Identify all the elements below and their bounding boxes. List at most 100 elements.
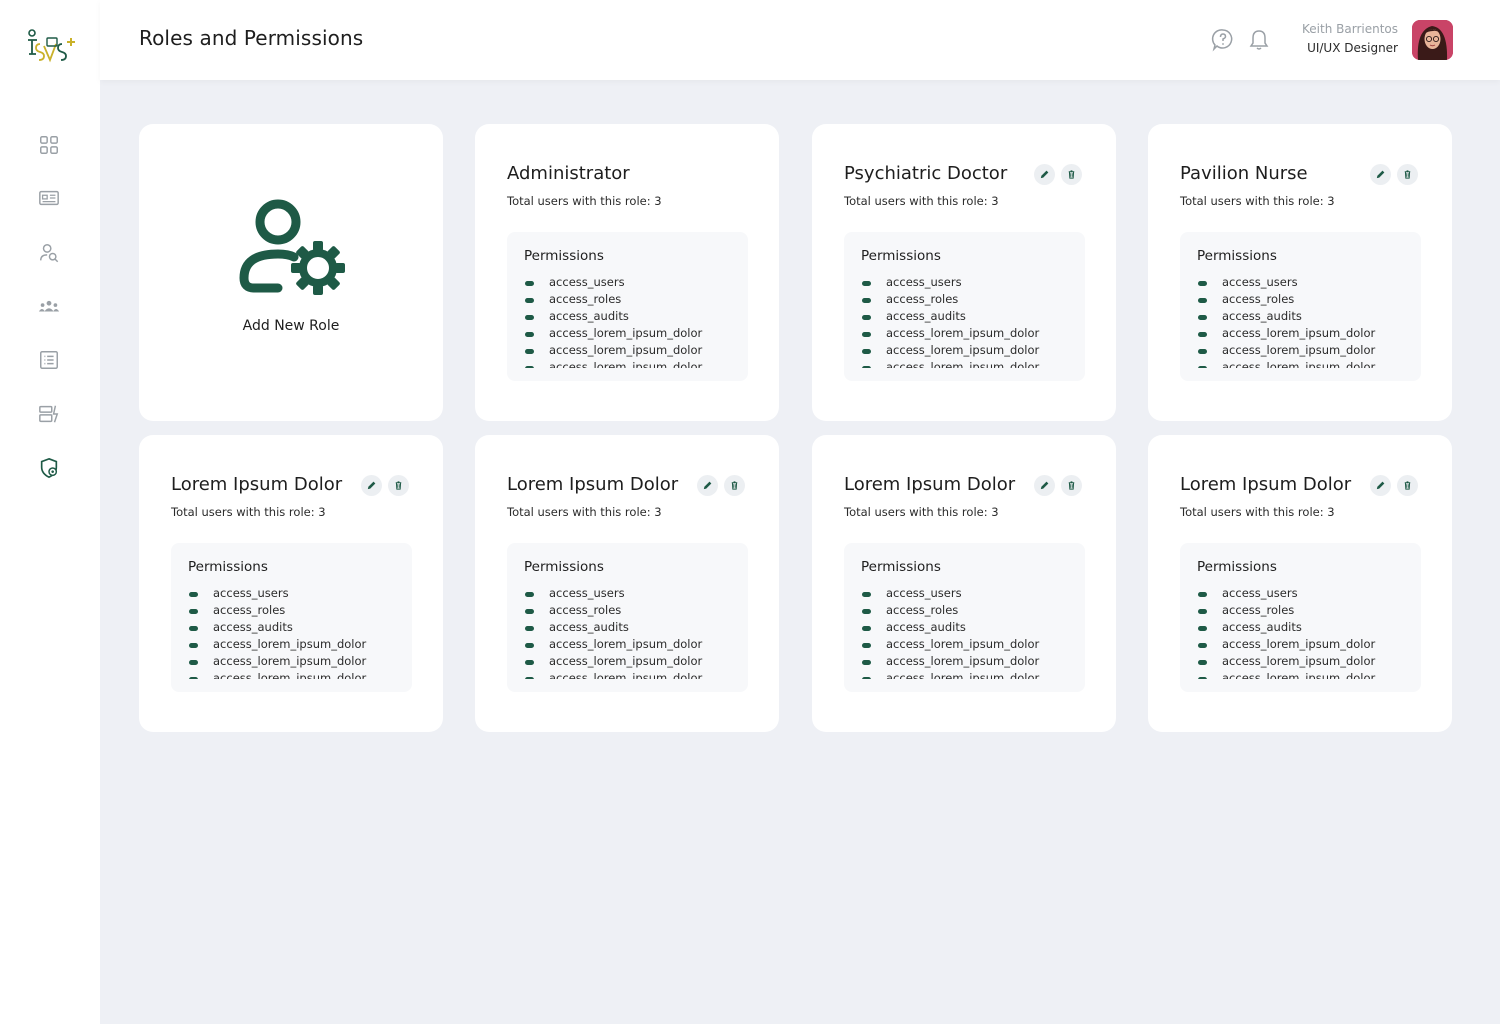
role-card: Lorem Ipsum Dolor Total users with this … — [812, 435, 1116, 732]
edit-role-button[interactable] — [1370, 475, 1391, 496]
permission-item: access_audits — [524, 308, 744, 325]
role-actions — [1370, 475, 1418, 496]
edit-role-button[interactable] — [361, 475, 382, 496]
user-info[interactable]: Keith Barrientos UI/UX Designer — [1302, 20, 1398, 58]
permission-item: access_lorem_ipsum_dolor — [524, 670, 744, 679]
permissions-title: Permissions — [1197, 248, 1277, 264]
sidebar — [0, 0, 100, 1024]
permission-item: access_lorem_ipsum_dolor — [861, 325, 1081, 342]
shield-settings-icon — [40, 457, 58, 479]
edit-role-button[interactable] — [1370, 164, 1391, 185]
permission-item: access_roles — [188, 602, 408, 619]
user-settings-icon — [239, 199, 345, 295]
role-title: Psychiatric Doctor — [844, 163, 1008, 184]
permissions-panel: Permissions access_users access_roles acce… — [844, 232, 1085, 381]
role-actions — [1034, 475, 1082, 496]
trash-icon — [1404, 170, 1411, 179]
permission-item: access_lorem_ipsum_dolor — [188, 653, 408, 670]
nav-roles-permissions[interactable] — [34, 453, 64, 483]
delete-role-button[interactable] — [388, 475, 409, 496]
permissions-list: access_users access_roles access_audits acc… — [1197, 274, 1417, 368]
permission-item: access_lorem_ipsum_dolor — [1197, 325, 1417, 342]
user-role: UI/UX Designer — [1307, 41, 1398, 55]
pencil-icon — [1040, 170, 1049, 179]
delete-role-button[interactable] — [1061, 475, 1082, 496]
id-card-icon — [39, 190, 59, 206]
nav-id-cards[interactable] — [34, 183, 64, 213]
permissions-list: access_users access_roles access_audits acc… — [188, 585, 408, 679]
delete-role-button[interactable] — [1397, 164, 1418, 185]
role-user-count: Total users with this role: 3 — [844, 194, 999, 208]
permission-item: access_lorem_ipsum_dolor — [524, 359, 744, 368]
edit-role-button[interactable] — [1034, 475, 1055, 496]
permission-item: access_audits — [524, 619, 744, 636]
permission-item: access_audits — [861, 308, 1081, 325]
permissions-panel: Permissions access_users access_roles acce… — [844, 543, 1085, 692]
add-new-role-label: Add New Role — [242, 317, 340, 334]
permission-item: access_roles — [1197, 291, 1417, 308]
role-card: Lorem Ipsum Dolor Total users with this … — [139, 435, 443, 732]
permission-item: access_lorem_ipsum_dolor — [1197, 670, 1417, 679]
role-card: Psychiatric Doctor Total users with this… — [812, 124, 1116, 421]
role-actions — [1034, 164, 1082, 185]
permissions-title: Permissions — [1197, 559, 1277, 575]
permissions-panel: Permissions access_users access_roles acce… — [507, 543, 748, 692]
avatar[interactable] — [1412, 20, 1453, 60]
notifications-button[interactable] — [1246, 27, 1272, 53]
role-title: Lorem Ipsum Dolor — [844, 474, 1016, 495]
permission-item: access_users — [861, 585, 1081, 602]
edit-role-button[interactable] — [1034, 164, 1055, 185]
add-new-role-card[interactable]: Add New Role — [139, 124, 443, 421]
permission-item: access_roles — [1197, 602, 1417, 619]
app-logo[interactable] — [22, 24, 78, 64]
permissions-list: access_users access_roles access_audits acc… — [524, 585, 744, 679]
permissions-panel: Permissions access_users access_roles acce… — [507, 232, 748, 381]
permission-item: access_lorem_ipsum_dolor — [1197, 342, 1417, 359]
help-question-icon — [1211, 29, 1233, 52]
permission-item: access_lorem_ipsum_dolor — [524, 636, 744, 653]
delete-role-button[interactable] — [1061, 164, 1082, 185]
permission-item: access_lorem_ipsum_dolor — [861, 342, 1081, 359]
delete-role-button[interactable] — [724, 475, 745, 496]
permissions-title: Permissions — [188, 559, 268, 575]
nav-user-search[interactable] — [34, 238, 64, 268]
role-title: Lorem Ipsum Dolor — [507, 474, 679, 495]
permission-item: access_users — [524, 274, 744, 291]
permissions-panel: Permissions access_users access_roles acce… — [1180, 232, 1421, 381]
role-user-count: Total users with this role: 3 — [507, 194, 662, 208]
edit-role-button[interactable] — [697, 475, 718, 496]
permissions-list: access_users access_roles access_audits acc… — [861, 274, 1081, 368]
users-group-icon — [38, 300, 60, 312]
role-title: Administrator — [507, 163, 630, 184]
permission-item: access_lorem_ipsum_dolor — [1197, 653, 1417, 670]
permission-item: access_lorem_ipsum_dolor — [861, 636, 1081, 653]
role-actions — [361, 475, 409, 496]
nav-dashboard[interactable] — [34, 130, 64, 160]
user-name: Keith Barrientos — [1302, 22, 1398, 36]
role-title: Pavilion Nurse — [1180, 163, 1308, 184]
role-card: Pavilion Nurse Total users with this rol… — [1148, 124, 1452, 421]
permission-item: access_audits — [1197, 308, 1417, 325]
nav-users-group[interactable] — [34, 291, 64, 321]
permission-item: access_users — [524, 585, 744, 602]
permission-item: access_lorem_ipsum_dolor — [524, 653, 744, 670]
nav-reports[interactable] — [34, 399, 64, 429]
dashboard-grid-icon — [40, 136, 58, 154]
delete-role-button[interactable] — [1397, 475, 1418, 496]
permission-item: access_audits — [1197, 619, 1417, 636]
permissions-list: access_users access_roles access_audits acc… — [861, 585, 1081, 679]
nav-list[interactable] — [34, 345, 64, 375]
permission-item: access_lorem_ipsum_dolor — [524, 325, 744, 342]
help-button[interactable] — [1210, 27, 1236, 53]
page-title: Roles and Permissions — [139, 26, 364, 50]
permission-item: access_lorem_ipsum_dolor — [861, 653, 1081, 670]
permission-item: access_users — [1197, 274, 1417, 291]
permissions-title: Permissions — [524, 559, 604, 575]
permissions-list: access_users access_roles access_audits acc… — [1197, 585, 1417, 679]
permissions-title: Permissions — [524, 248, 604, 264]
role-actions — [697, 475, 745, 496]
permission-item: access_lorem_ipsum_dolor — [861, 359, 1081, 368]
reports-icon — [39, 405, 59, 423]
permission-item: access_roles — [861, 602, 1081, 619]
role-user-count: Total users with this role: 3 — [507, 505, 662, 519]
